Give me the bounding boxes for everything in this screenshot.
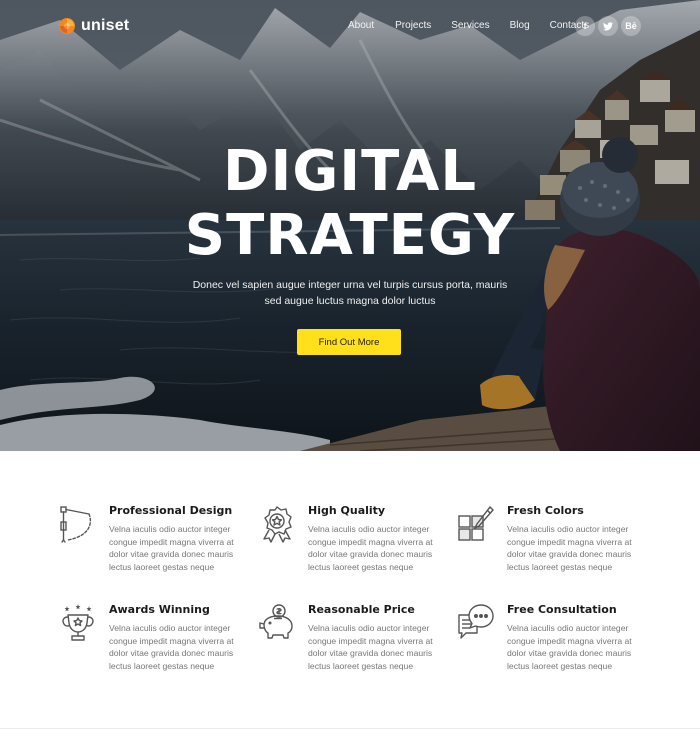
behance-icon[interactable]: Bē <box>621 16 641 36</box>
hero-title-line-2: STRATEGY <box>184 203 516 268</box>
feature-description: Velna iaculis odio auctor integer congue… <box>308 623 433 671</box>
brand-name: uniset <box>81 17 130 34</box>
hero-title: DIGITAL STRATEGY <box>0 140 700 268</box>
feature-title: Free Consultation <box>507 603 617 616</box>
feature-title: High Quality <box>308 504 386 517</box>
compass-icon <box>60 506 92 543</box>
twitter-bird-glyph <box>603 21 613 30</box>
social-links: f Bē <box>575 16 644 36</box>
main-menu: About Projects Services Blog Contacts <box>348 20 589 31</box>
hero-subtitle: Donec vel sapien augue integer urna vel … <box>192 279 508 307</box>
trophy-icon <box>62 604 94 641</box>
feature-title: Awards Winning <box>109 603 210 616</box>
feature-title: Professional Design <box>109 504 233 517</box>
feature-description: Velna iaculis odio auctor integer congue… <box>308 524 433 572</box>
find-out-more-button[interactable]: Find Out More <box>297 329 401 355</box>
feature-description: Velna iaculis odio auctor integer congue… <box>507 524 632 572</box>
features-section: Professional Design Velna iaculis odio a… <box>0 451 700 730</box>
top-navigation: uniset About Projects Services Blog Cont… <box>0 0 700 54</box>
logo-mark-icon <box>59 18 75 34</box>
brand-logo[interactable]: uniset <box>58 17 129 35</box>
facebook-icon[interactable]: f <box>575 16 595 36</box>
piggy-bank-icon <box>259 604 293 639</box>
twitter-icon[interactable] <box>598 16 618 36</box>
palette-brush-icon <box>458 505 494 541</box>
section-divider <box>0 728 700 729</box>
feature-description: Velna iaculis odio auctor integer congue… <box>109 623 234 671</box>
chat-bubbles-icon <box>458 604 494 639</box>
nav-item-blog[interactable]: Blog <box>510 20 530 31</box>
feature-description: Velna iaculis odio auctor integer congue… <box>109 524 234 572</box>
hero-title-line-1: DIGITAL <box>223 139 477 204</box>
feature-title: Fresh Colors <box>507 504 584 517</box>
nav-item-services[interactable]: Services <box>451 20 489 31</box>
feature-description: Velna iaculis odio auctor integer congue… <box>507 623 632 671</box>
nav-item-projects[interactable]: Projects <box>395 20 431 31</box>
feature-title: Reasonable Price <box>308 603 415 616</box>
hero-section: uniset About Projects Services Blog Cont… <box>0 0 700 451</box>
nav-item-about[interactable]: About <box>348 20 374 31</box>
award-badge-icon <box>263 506 292 543</box>
